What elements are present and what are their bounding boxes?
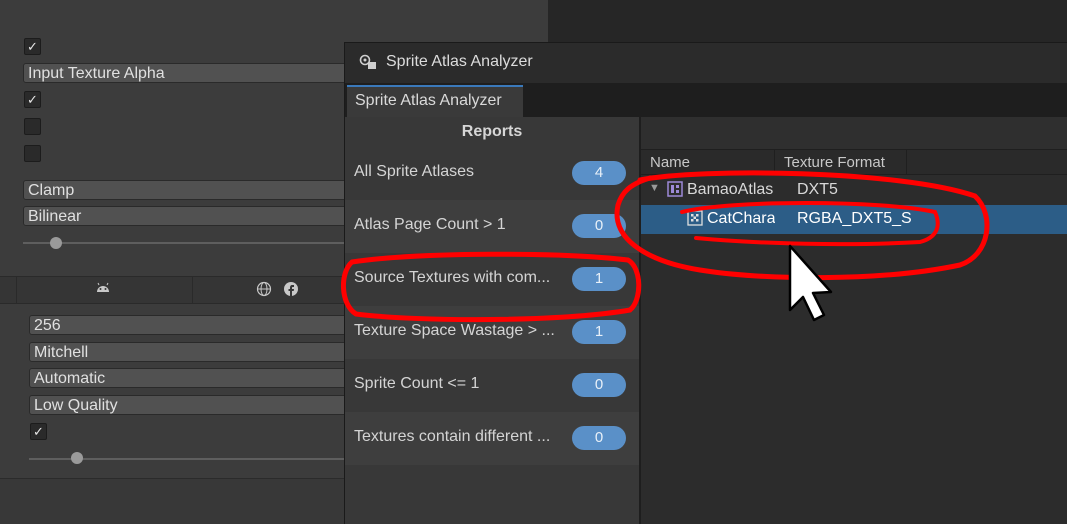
column-name[interactable]: Name bbox=[650, 154, 690, 171]
report-count-badge: 0 bbox=[572, 373, 626, 397]
report-count-badge: 1 bbox=[572, 267, 626, 291]
filter-mode-dropdown[interactable]: Bilinear bbox=[23, 206, 348, 226]
column-texture-format[interactable]: Texture Format bbox=[784, 154, 885, 171]
compression-dropdown[interactable]: Low Quality bbox=[29, 395, 348, 415]
table-row-catchara[interactable]: CatChara RGBA_DXT5_S bbox=[641, 205, 1067, 234]
aniso-slider-knob[interactable] bbox=[50, 237, 62, 249]
report-item-atlas-page-count[interactable]: Atlas Page Count > 1 0 bbox=[345, 200, 639, 253]
report-count-badge: 1 bbox=[572, 320, 626, 344]
expand-arrow-icon[interactable]: ▼ bbox=[649, 182, 660, 194]
reports-header: Reports bbox=[461, 123, 523, 140]
report-label: Textures contain different ... bbox=[354, 428, 551, 445]
analyzer-window-icon bbox=[359, 54, 377, 74]
checkbox-1[interactable]: ✓ bbox=[24, 38, 41, 55]
texture-icon bbox=[687, 210, 703, 231]
crunch-checkbox[interactable]: ✓ bbox=[30, 423, 47, 440]
window-title-bar[interactable]: Sprite Atlas Analyzer bbox=[345, 43, 1067, 83]
row-format: DXT5 bbox=[797, 181, 838, 198]
report-item-source-textures[interactable]: Source Textures with com... 1 bbox=[345, 253, 639, 306]
checkbox-3[interactable] bbox=[24, 118, 41, 135]
results-toolbar bbox=[641, 117, 1067, 150]
scene-view-strip bbox=[548, 0, 1067, 42]
table-row-bamaoatlas[interactable]: ▼ BamaoAtlas DXT5 bbox=[641, 176, 1067, 205]
report-label: Sprite Count <= 1 bbox=[354, 375, 480, 392]
report-item-texture-space-wastage[interactable]: Texture Space Wastage > ... 1 bbox=[345, 306, 639, 359]
aniso-slider-track[interactable] bbox=[23, 242, 348, 244]
report-count-badge: 0 bbox=[572, 426, 626, 450]
globe-icon[interactable] bbox=[256, 281, 272, 300]
report-count-badge: 0 bbox=[572, 214, 626, 238]
platform-tabs bbox=[0, 276, 348, 304]
tab-label: Sprite Atlas Analyzer bbox=[355, 92, 502, 109]
report-item-textures-different[interactable]: Textures contain different ... 0 bbox=[345, 412, 639, 465]
sprite-atlas-icon bbox=[667, 181, 683, 202]
facebook-icon[interactable] bbox=[283, 281, 299, 300]
row-name: CatChara bbox=[707, 210, 775, 227]
android-icon[interactable] bbox=[95, 281, 111, 298]
max-size-dropdown[interactable]: 256 bbox=[29, 315, 348, 335]
tab-sprite-atlas-analyzer[interactable]: Sprite Atlas Analyzer bbox=[347, 85, 523, 117]
format-dropdown[interactable]: Automatic bbox=[29, 368, 348, 388]
report-item-sprite-count[interactable]: Sprite Count <= 1 0 bbox=[345, 359, 639, 412]
tab-separator bbox=[16, 277, 17, 303]
row-name: BamaoAtlas bbox=[687, 181, 774, 198]
report-item-all-sprite-atlases[interactable]: All Sprite Atlases 4 bbox=[345, 147, 639, 200]
report-count-badge: 4 bbox=[572, 161, 626, 185]
quality-slider-knob[interactable] bbox=[71, 452, 83, 464]
resize-algorithm-dropdown[interactable]: Mitchell bbox=[29, 342, 348, 362]
column-header: Name Texture Format bbox=[641, 150, 1067, 175]
column-separator[interactable] bbox=[906, 150, 907, 174]
sprite-atlas-analyzer-window: Sprite Atlas Analyzer Sprite Atlas Analy… bbox=[344, 42, 1067, 524]
report-label: Texture Space Wastage > ... bbox=[354, 322, 555, 339]
wrap-mode-dropdown[interactable]: Clamp bbox=[23, 180, 348, 200]
report-label: Source Textures with com... bbox=[354, 269, 551, 286]
report-label: All Sprite Atlases bbox=[354, 163, 475, 180]
column-separator[interactable] bbox=[774, 150, 775, 174]
reports-panel: Reports All Sprite Atlases 4 Atlas Page … bbox=[345, 117, 639, 524]
results-panel: Name Texture Format ▼ BamaoAtlas DXT5 Ca… bbox=[641, 117, 1067, 524]
row-format: RGBA_DXT5_S bbox=[797, 210, 912, 227]
window-title: Sprite Atlas Analyzer bbox=[386, 53, 533, 70]
checkbox-4[interactable] bbox=[24, 145, 41, 162]
checkbox-2[interactable]: ✓ bbox=[24, 91, 41, 108]
report-label: Atlas Page Count > 1 bbox=[354, 216, 506, 233]
alpha-source-dropdown[interactable]: Input Texture Alpha bbox=[23, 63, 348, 83]
tab-separator bbox=[192, 277, 193, 303]
